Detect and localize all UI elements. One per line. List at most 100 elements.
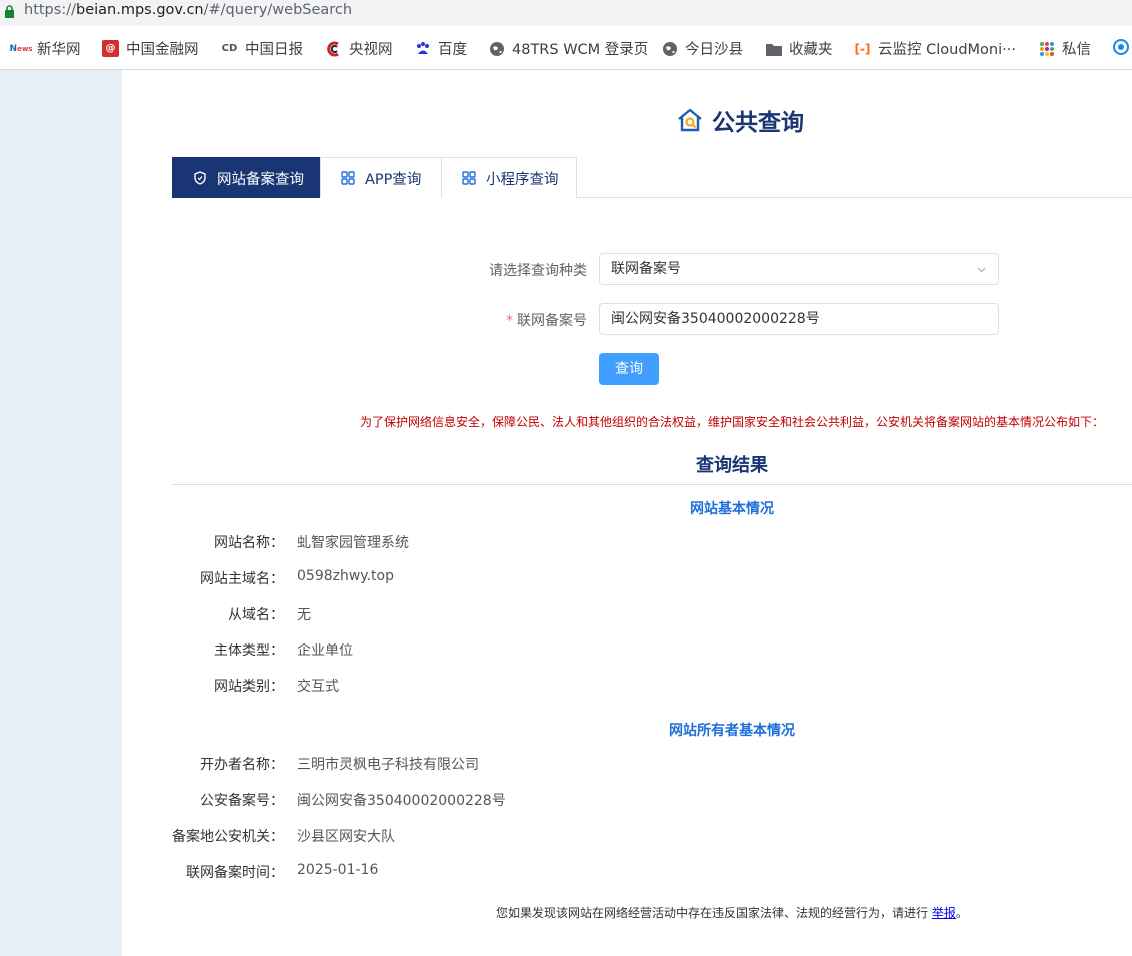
globe-icon [488,40,505,57]
tab-label: 网站备案查询 [217,171,304,188]
cctv-icon [325,40,342,57]
url-host: beian.mps.gov.cn [75,2,204,18]
site-section-title: 网站基本情况 [690,501,774,517]
row-key: 网站主域名： [200,571,284,587]
url-text[interactable]: https://beian.mps.gov.cn/#/query/webSear… [24,2,352,18]
query-type-select[interactable]: 联网备案号 [599,253,999,285]
url-path: /#/query/webSearch [203,2,353,18]
address-bar[interactable]: https://beian.mps.gov.cn/#/query/webSear… [0,0,1132,26]
report-text: 您如果发现该网站在网络经营活动中存在违反国家法律、法规的经营行为，请进行 [496,906,929,920]
bookmark-baidu[interactable]: 百度 [414,38,467,59]
bookmark-cloudmonitor[interactable]: [-] 云监控 CloudMoni··· [854,38,1016,59]
page-title: 公共查询 [676,103,804,137]
record-date-row: 联网备案时间： 2025-01-16 [122,862,1022,882]
shield-icon [194,171,206,185]
bookmark-xinhua[interactable]: News 新华网 [9,38,81,59]
page-title-text: 公共查询 [712,110,804,136]
bookmark-label: 央视网 [349,42,393,58]
bookmark-cctv[interactable]: 央视网 [325,38,393,59]
row-key: 主体类型： [214,643,284,659]
left-sidebar [0,70,122,956]
lock-icon [5,5,14,18]
record-number-input[interactable]: 闽公网安备35040002000228号 [599,303,999,335]
bookmark-label: 中国金融网 [126,42,199,58]
bookmark-label: 48TRS WCM 登录页 [512,42,649,58]
query-tabs: 网站备案查询 APP查询 小程序查询 [172,157,1132,198]
site-category-row: 网站类别： 交互式 [122,676,1022,696]
row-value: 沙县区网安大队 [297,829,395,845]
row-key: 联网备案时间： [186,865,284,881]
bookmark-48trs[interactable]: 48TRS WCM 登录页 [488,38,648,59]
entity-type-row: 主体类型： 企业单位 [122,640,1022,660]
bookmark-finance[interactable]: @ 中国金融网 [102,38,199,59]
row-key: 网站名称： [214,535,284,551]
apps-icon [1038,40,1055,57]
report-link[interactable]: 举报 [932,906,956,920]
police-record-row: 公安备案号： 闽公网安备35040002000228号 [122,790,1022,810]
grid-icon [341,171,355,185]
tab-label: APP查询 [365,171,422,188]
bookmark-label: 中国日报 [245,42,303,58]
row-value: 无 [297,607,311,623]
finance-icon: @ [102,40,119,57]
row-value: 虬智家园管理系统 [297,535,409,551]
tab-miniprogram-query[interactable]: 小程序查询 [441,157,577,198]
row-value: 2025-01-16 [297,862,379,878]
query-type-value: 联网备案号 [611,261,681,277]
main-content: 公共查询 网站备案查询 APP查询 小程序查询 请选择查询种类 联网备案号 * … [122,70,1132,956]
bookmark-overflow[interactable] [1112,38,1132,55]
baidu-icon [414,40,431,57]
bookmark-label: 今日沙县 [685,42,743,58]
bookmark-label: 新华网 [37,42,81,58]
row-value: 交互式 [297,679,339,695]
bookmarks-bar: News 新华网 @ 中国金融网 CD 中国日报 央视网 百度 48TRS WC… [0,26,1132,70]
globe-icon [661,40,678,57]
row-key: 从域名： [228,607,284,623]
grid-icon [462,171,476,185]
police-authority-row: 备案地公安机关： 沙县区网安大队 [122,826,1022,846]
tab-label: 小程序查询 [486,171,559,188]
bookmark-label: 私信 [1062,42,1091,58]
chinadaily-icon: CD [221,43,238,54]
row-value: 0598zhwy.top [297,568,394,584]
record-number-label: * 联网备案号 [427,310,587,330]
bookmark-label: 收藏夹 [789,42,833,58]
report-end: 。 [955,906,968,920]
bookmark-chinadaily[interactable]: CD 中国日报 [221,38,303,59]
required-mark: * [506,313,513,329]
result-divider [172,484,1132,485]
bookmark-folder[interactable]: 收藏夹 [765,38,833,59]
url-scheme: https:// [24,2,76,18]
aliyun-icon: [-] [854,41,871,56]
row-value: 企业单位 [297,643,353,659]
row-value: 三明市灵枫电子科技有限公司 [297,757,479,773]
row-key: 网站类别： [214,679,284,695]
bookmark-sixin[interactable]: 私信 [1038,38,1091,59]
record-number-label-text: 联网备案号 [517,313,587,329]
tab-website-query[interactable]: 网站备案查询 [172,157,321,198]
bookmark-label: 百度 [438,42,467,58]
circle-logo-icon [1112,38,1129,55]
news-icon: News [9,43,33,54]
row-key: 开办者名称： [200,757,284,773]
owner-section-title: 网站所有者基本情况 [669,723,795,739]
bookmark-shaxian[interactable]: 今日沙县 [661,38,743,59]
main-domain-row: 网站主域名： 0598zhwy.top [122,568,1022,588]
sub-domain-row: 从域名： 无 [122,604,1022,624]
row-value: 闽公网安备35040002000228号 [297,793,506,809]
query-type-label: 请选择查询种类 [489,263,587,279]
site-name-row: 网站名称： 虬智家园管理系统 [122,532,1022,552]
owner-name-row: 开办者名称： 三明市灵枫电子科技有限公司 [122,754,1022,774]
row-key: 公安备案号： [200,793,284,809]
report-notice: 您如果发现该网站在网络经营活动中存在违反国家法律、法规的经营行为，请进行 举报。 [496,904,968,921]
disclosure-notice: 为了保护网络信息安全，保障公民、法人和其他组织的合法权益，维护国家安全和社会公共… [360,415,1105,429]
bookmark-label: 云监控 CloudMoni··· [878,42,1016,58]
record-number-value: 闽公网安备35040002000228号 [611,311,820,327]
row-key: 备案地公安机关： [172,829,284,845]
folder-icon [765,40,782,57]
tab-app-query[interactable]: APP查询 [320,157,442,198]
query-button[interactable]: 查询 [599,353,659,385]
house-search-icon [678,108,702,132]
chevron-down-icon [977,267,986,273]
result-title: 查询结果 [696,455,768,476]
